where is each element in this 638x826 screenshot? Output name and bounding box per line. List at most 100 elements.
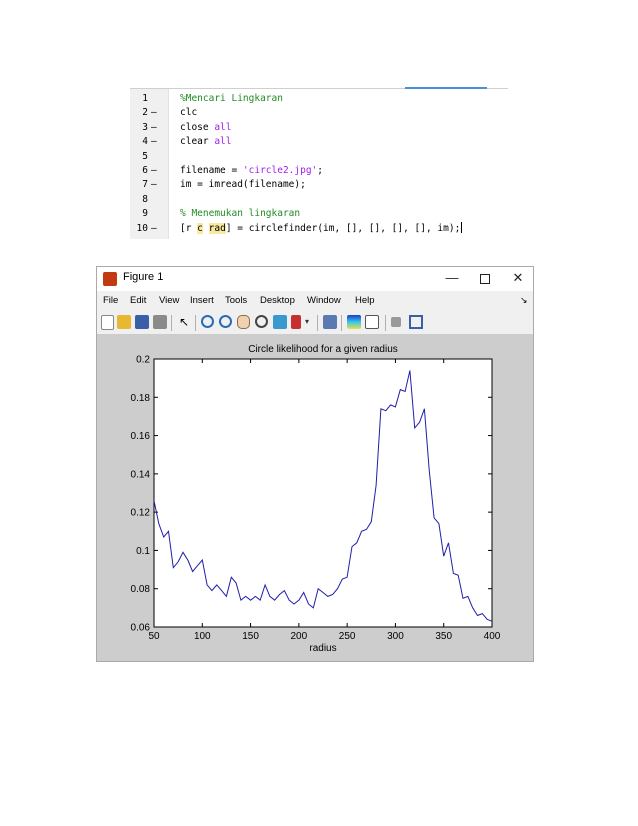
hide-plot-tools-icon[interactable] — [391, 317, 401, 327]
code-token: % Menemukan lingkaran — [180, 208, 301, 220]
menu-edit[interactable]: Edit — [130, 295, 146, 306]
code-text[interactable]: [r c rad] = circlefinder(im, [], [], [],… — [180, 221, 463, 236]
print-icon[interactable] — [153, 315, 167, 329]
code-token: clc — [180, 107, 198, 119]
editor-scroll-indicator — [405, 87, 487, 89]
colorbar-icon[interactable] — [347, 315, 361, 329]
code-token: im = imread(filename); — [180, 179, 306, 191]
menu-insert[interactable]: Insert — [190, 295, 214, 306]
title-bar[interactable]: Figure 1 — ✕ — [97, 267, 533, 291]
code-token: all — [214, 136, 232, 148]
line-number: 3 — [142, 121, 148, 133]
x-tick-label: 100 — [194, 631, 211, 642]
close-button[interactable]: ✕ — [503, 268, 533, 288]
minimize-button[interactable]: — — [437, 268, 467, 288]
code-token: rad — [208, 222, 226, 234]
code-line[interactable]: 1 %Mencari Lingkaran — [130, 92, 508, 106]
zoom-out-icon[interactable] — [219, 315, 232, 328]
menu-tools[interactable]: Tools — [225, 295, 247, 306]
show-plot-tools-icon[interactable] — [409, 315, 423, 329]
code-text[interactable]: clc — [180, 106, 197, 120]
zoom-in-icon[interactable] — [201, 315, 214, 328]
code-editor[interactable]: 1 %Mencari Lingkaran 2– clc 3– close all 4– cle… — [130, 87, 508, 239]
code-token: 'circle2.jpg' — [242, 165, 318, 176]
breakpoint-marker[interactable]: – — [151, 178, 157, 192]
code-text[interactable]: im = imread(filename); — [180, 178, 306, 192]
x-tick-label: 350 — [435, 631, 452, 642]
toolbar-separator — [195, 315, 196, 331]
text-cursor — [461, 221, 463, 233]
code-token: [r — [180, 222, 198, 234]
link-plot-icon[interactable] — [323, 315, 337, 329]
code-text[interactable]: clear all — [180, 135, 232, 149]
figure-toolbar: ↖ ▾ — [97, 312, 533, 335]
code-line[interactable]: 10– [r c rad] = circlefinder(im, [], [], … — [130, 221, 508, 236]
x-tick-label: 200 — [291, 631, 308, 642]
code-line[interactable]: 6– filename = 'circle2.jpg'; — [130, 164, 508, 178]
y-tick-label: 0.14 — [131, 469, 151, 480]
x-axis-label: radius — [309, 643, 336, 654]
line-number: 8 — [142, 193, 148, 205]
code-line[interactable]: 2– clc — [130, 106, 508, 120]
open-folder-icon[interactable] — [117, 315, 131, 329]
menu-bar: File Edit View Insert Tools Desktop Wind… — [97, 293, 533, 311]
maximize-button[interactable] — [470, 268, 500, 288]
menu-file[interactable]: File — [103, 295, 118, 306]
line-number: 1 — [142, 93, 148, 104]
brush-icon[interactable] — [291, 315, 301, 329]
breakpoint-marker[interactable]: – — [151, 164, 157, 178]
legend-icon[interactable] — [365, 315, 379, 329]
breakpoint-marker[interactable]: – — [151, 222, 157, 236]
code-line[interactable]: 5 — [130, 150, 508, 164]
menu-desktop[interactable]: Desktop — [260, 295, 295, 306]
breakpoint-marker[interactable]: – — [151, 121, 157, 135]
code-token: all — [214, 121, 232, 133]
code-text[interactable]: % Menemukan lingkaran — [180, 207, 300, 221]
toolbar-separator — [385, 315, 386, 331]
line-number: 6 — [142, 165, 148, 176]
save-icon[interactable] — [135, 315, 149, 329]
menu-view[interactable]: View — [159, 295, 179, 306]
code-line[interactable]: 8 — [130, 193, 508, 207]
menu-overflow-icon[interactable]: ↘ — [520, 295, 528, 306]
toolbar-separator — [171, 315, 172, 331]
data-cursor-icon[interactable] — [273, 315, 287, 329]
code-text[interactable]: %Mencari Lingkaran — [180, 92, 283, 106]
code-line[interactable]: 3– close all — [130, 121, 508, 135]
figure-canvas[interactable]: Circle likelihood for a given radius radi… — [97, 335, 533, 661]
y-tick-label: 0.06 — [131, 623, 151, 634]
y-tick-label: 0.18 — [131, 393, 151, 404]
code-text[interactable]: close all — [180, 121, 232, 135]
toolbar-separator — [341, 315, 342, 331]
line-chart[interactable]: Circle likelihood for a given radius radi… — [97, 335, 533, 661]
code-token: ; — [317, 165, 324, 176]
pointer-icon[interactable]: ↖ — [179, 315, 189, 329]
toolbar-separator — [317, 315, 318, 331]
x-tick-label: 300 — [387, 631, 404, 642]
code-line[interactable]: 9 % Menemukan lingkaran — [130, 207, 508, 221]
code-line[interactable]: 7– im = imread(filename); — [130, 178, 508, 192]
chart-title: Circle likelihood for a given radius — [248, 344, 398, 355]
x-tick-label: 250 — [339, 631, 356, 642]
menu-help[interactable]: Help — [355, 295, 375, 306]
figure-window: Figure 1 — ✕ File Edit View Insert Tools… — [96, 266, 534, 662]
y-tick-label: 0.2 — [136, 355, 150, 366]
x-tick-label: 50 — [148, 631, 160, 642]
line-number: 4 — [142, 136, 148, 148]
matlab-figure-icon — [103, 272, 117, 286]
rotate-3d-icon[interactable] — [255, 315, 268, 328]
y-tick-label: 0.12 — [131, 508, 151, 519]
new-file-icon[interactable] — [101, 315, 114, 330]
x-tick-label: 150 — [242, 631, 259, 642]
code-token: ] = circlefinder(im, [], [], [], [], im)… — [225, 222, 461, 234]
line-number: 9 — [142, 208, 148, 220]
y-tick-label: 0.16 — [131, 431, 151, 442]
pan-icon[interactable] — [237, 315, 250, 329]
breakpoint-marker[interactable]: – — [151, 135, 157, 149]
code-line[interactable]: 4– clear all — [130, 135, 508, 149]
breakpoint-marker[interactable]: – — [151, 106, 157, 120]
code-text[interactable]: filename = 'circle2.jpg'; — [180, 164, 323, 178]
menu-window[interactable]: Window — [307, 295, 341, 306]
y-tick-label: 0.1 — [136, 546, 150, 557]
